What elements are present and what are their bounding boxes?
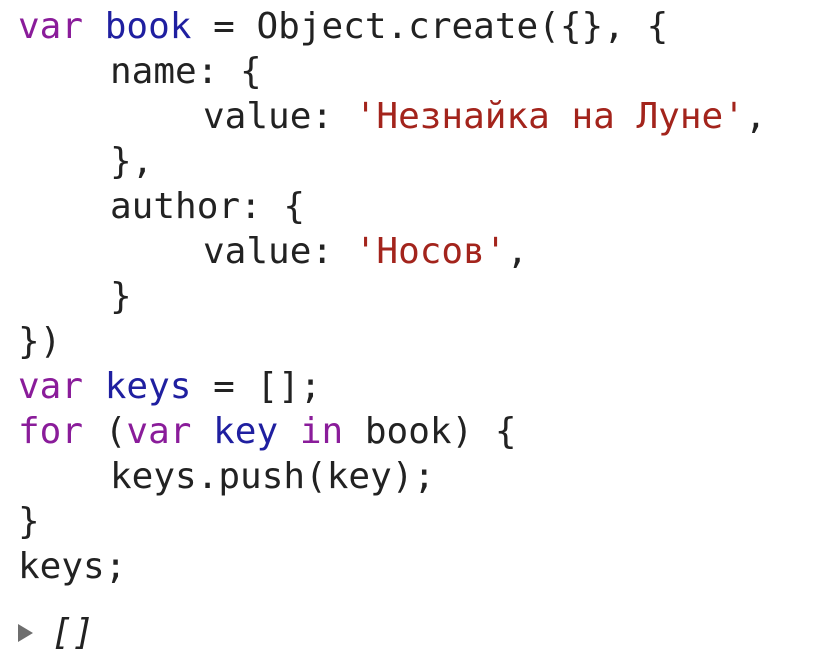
code-text: = []; [191, 366, 322, 407]
code-text: }) [18, 321, 62, 362]
code-text: keys; [18, 546, 127, 587]
code-text: value: [203, 96, 355, 137]
code-text: , [506, 231, 529, 272]
code-line-7: } [18, 274, 822, 319]
code-text: } [110, 276, 132, 317]
variable-keys: keys [104, 366, 192, 407]
code-line-6: value: 'Носов', [18, 229, 822, 274]
string-literal: 'Носов' [354, 231, 507, 272]
code-text: book) { [343, 411, 517, 452]
code-line-9: var keys = []; [18, 364, 822, 409]
variable-key: key [213, 411, 279, 452]
variable-book: book [104, 6, 192, 47]
keyword-for: for [18, 411, 84, 452]
code-line-5: author: { [18, 184, 822, 229]
code-text: , [744, 96, 767, 137]
string-literal: 'Незнайка на Луне' [354, 96, 745, 137]
code-line-1: var book = Object.create({}, { [18, 4, 822, 49]
code-text: author: { [110, 186, 306, 227]
keyword-var: var [126, 411, 192, 452]
code-line-8: }) [18, 319, 822, 364]
code-text: value: [203, 231, 355, 272]
console-result: [] [18, 610, 94, 656]
code-line-3: value: 'Незнайка на Луне', [18, 94, 822, 139]
code-line-13: keys; [18, 544, 822, 589]
console-input: var book = Object.create({}, { name: { v… [18, 4, 822, 662]
code-line-11: keys.push(key); [18, 454, 822, 499]
code-text: ( [83, 411, 127, 452]
keyword-in: in [299, 411, 344, 452]
code-text: }, [110, 141, 154, 182]
code-line-12: } [18, 499, 822, 544]
expand-triangle-icon[interactable] [18, 624, 33, 642]
keyword-var: var [18, 366, 84, 407]
code-line-2: name: { [18, 49, 822, 94]
code-text: keys.push(key); [110, 456, 436, 497]
code-line-10: for (var key in book) { [18, 409, 822, 454]
keyword-var: var [18, 6, 84, 47]
code-text: name: { [110, 51, 262, 92]
result-value[interactable]: [] [51, 610, 94, 656]
code-text: = Object.create({}, { [191, 6, 669, 47]
code-text: } [18, 501, 40, 542]
code-line-4: }, [18, 139, 822, 184]
